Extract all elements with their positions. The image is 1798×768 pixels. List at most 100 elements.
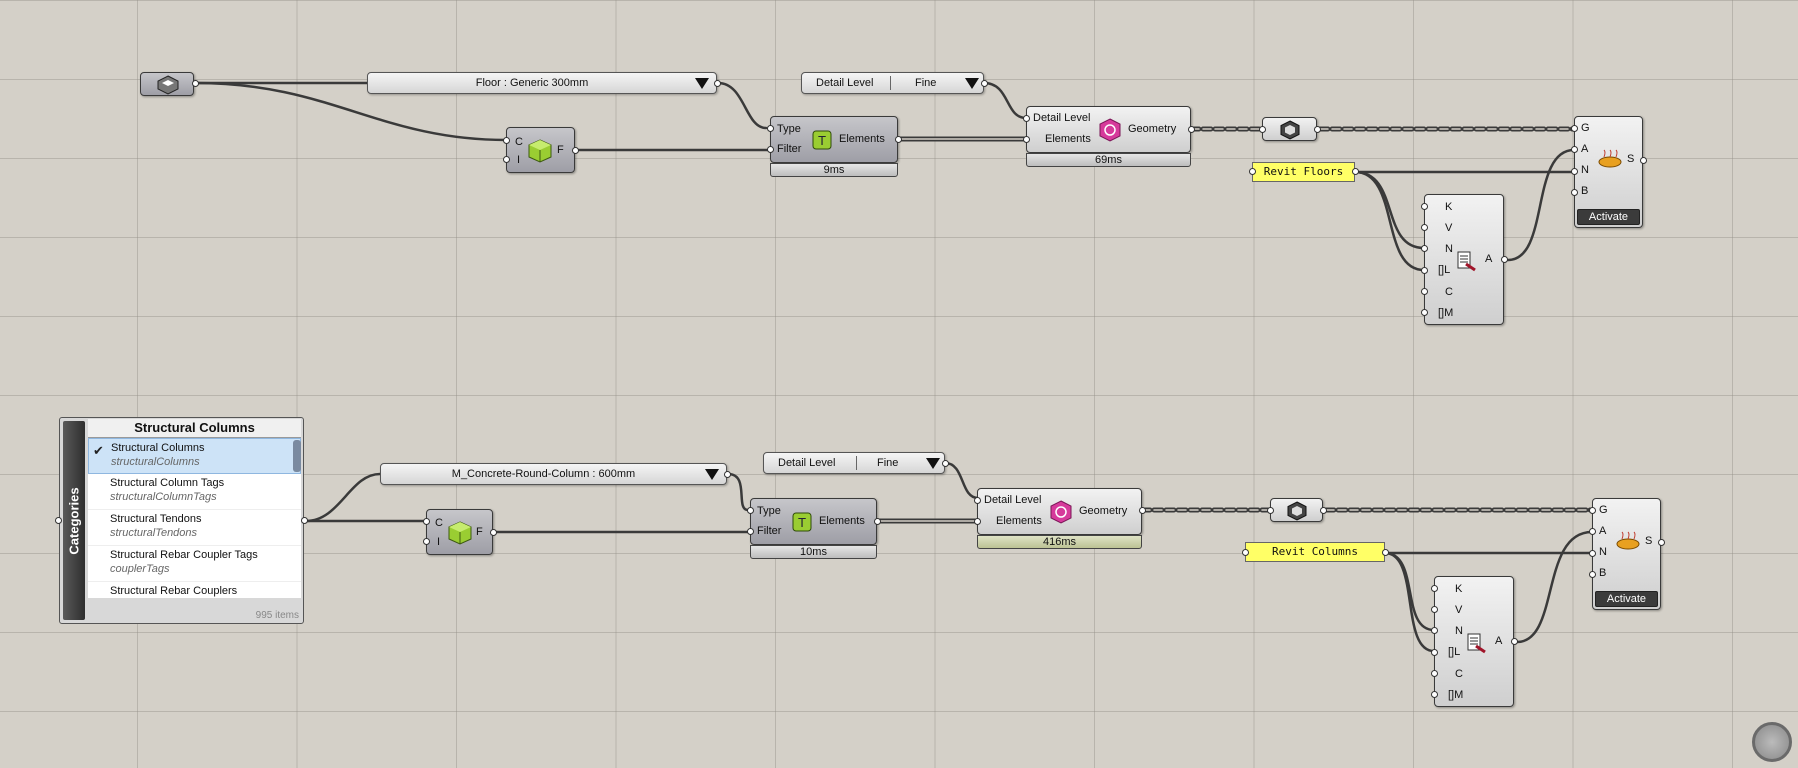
filter-top-input-i[interactable]: [503, 156, 510, 163]
geometry-top-input-elements[interactable]: [1023, 136, 1030, 143]
attributes-top[interactable]: K V N []L C []M A: [1424, 194, 1504, 325]
category-item-structural-columns[interactable]: ✔ Structural Columns structuralColumns: [88, 438, 301, 474]
attr-top-in-l[interactable]: [1421, 267, 1428, 274]
bake-top[interactable]: G A N B S Activate: [1574, 116, 1643, 228]
query-bottom-input-filter[interactable]: [747, 528, 754, 535]
bake-top-in-b[interactable]: [1571, 189, 1578, 196]
data-param-top-output[interactable]: [1314, 126, 1321, 133]
category-param-top[interactable]: [140, 72, 194, 96]
categories-picker[interactable]: Categories Structural Columns ✔ Structur…: [59, 417, 304, 624]
detail-level-selector-top[interactable]: Detail Level Fine: [801, 72, 984, 94]
columns-panel-input[interactable]: [1242, 549, 1249, 556]
bake-bottom[interactable]: G A N B S Activate: [1592, 498, 1661, 610]
attr-output-a: A: [1495, 635, 1503, 647]
category-list-scrollbar[interactable]: [293, 440, 301, 472]
bake-icon: [1598, 149, 1622, 168]
bake-bottom-in-b[interactable]: [1589, 571, 1596, 578]
detail-level-bottom-output[interactable]: [942, 460, 949, 467]
bake-top-in-g[interactable]: [1571, 125, 1578, 132]
attr-bottom-in-l[interactable]: [1431, 649, 1438, 656]
floors-panel-input[interactable]: [1249, 168, 1256, 175]
column-type-output[interactable]: [724, 471, 731, 478]
bake-bottom-out-s[interactable]: [1658, 539, 1665, 546]
columns-panel-output[interactable]: [1382, 549, 1389, 556]
attributes-icon: [1467, 633, 1486, 654]
query-elements-top[interactable]: Type Filter T Elements: [770, 116, 898, 163]
attr-top-in-m[interactable]: [1421, 309, 1428, 316]
geometry-bottom-input-elements[interactable]: [974, 518, 981, 525]
attr-input-k: K: [1445, 201, 1453, 213]
floor-type-selector[interactable]: Floor : Generic 300mm: [367, 72, 717, 94]
geometry-bottom-input-detail[interactable]: [974, 497, 981, 504]
data-param-top[interactable]: [1262, 117, 1317, 141]
data-param-bottom[interactable]: [1270, 498, 1323, 522]
category-item-rebar-coupler-tags[interactable]: Structural Rebar Coupler Tags couplerTag…: [88, 546, 301, 582]
picker-input[interactable]: [55, 517, 62, 524]
category-item-structural-column-tags[interactable]: Structural Column Tags structuralColumnT…: [88, 474, 301, 510]
chevron-down-icon[interactable]: [705, 469, 719, 480]
geometry-top-output[interactable]: [1188, 126, 1195, 133]
attributes-bottom[interactable]: K V N []L C []M A: [1434, 576, 1514, 707]
query-top-output[interactable]: [895, 136, 902, 143]
bake-icon: [1616, 531, 1640, 550]
query-bottom-output[interactable]: [874, 518, 881, 525]
bake-bottom-in-a[interactable]: [1589, 528, 1596, 535]
filter-top-output-f[interactable]: [572, 147, 579, 154]
bake-bottom-in-n[interactable]: [1589, 550, 1596, 557]
revit-floors-panel[interactable]: Revit Floors: [1252, 162, 1355, 182]
query-bottom-input-type[interactable]: [747, 507, 754, 514]
filter-top-input-c[interactable]: [503, 137, 510, 144]
picker-output[interactable]: [301, 517, 308, 524]
chevron-down-icon[interactable]: [926, 458, 940, 469]
category-list[interactable]: ✔ Structural Columns structuralColumns S…: [88, 438, 301, 598]
attr-bottom-in-n[interactable]: [1431, 627, 1438, 634]
filter-bottom-input-i[interactable]: [423, 538, 430, 545]
attr-bottom-in-v[interactable]: [1431, 606, 1438, 613]
category-filter-bottom[interactable]: C I F: [426, 509, 493, 555]
query-top-input-filter[interactable]: [767, 146, 774, 153]
geometry-bottom-output[interactable]: [1139, 507, 1146, 514]
element-geometry-bottom[interactable]: Detail Level Elements Geometry: [977, 488, 1142, 535]
attr-top-in-v[interactable]: [1421, 224, 1428, 231]
data-param-top-input[interactable]: [1259, 126, 1266, 133]
element-geometry-top[interactable]: Detail Level Elements Geometry: [1026, 106, 1191, 153]
data-param-bottom-output[interactable]: [1320, 507, 1327, 514]
bake-top-in-n[interactable]: [1571, 168, 1578, 175]
navigation-widget-icon[interactable]: [1752, 722, 1792, 762]
attr-top-in-n[interactable]: [1421, 245, 1428, 252]
floor-type-output[interactable]: [714, 80, 721, 87]
activate-button-top[interactable]: Activate: [1577, 209, 1640, 225]
detail-level-top-output[interactable]: [981, 80, 988, 87]
attr-input-c: C: [1455, 668, 1463, 680]
activate-button-bottom[interactable]: Activate: [1595, 591, 1658, 607]
detail-level-selector-bottom[interactable]: Detail Level Fine: [763, 452, 945, 474]
bake-top-in-a[interactable]: [1571, 146, 1578, 153]
category-param-top-output[interactable]: [192, 80, 199, 87]
query-top-input-type[interactable]: [767, 125, 774, 132]
attr-top-in-c[interactable]: [1421, 288, 1428, 295]
data-param-bottom-input[interactable]: [1267, 507, 1274, 514]
filter-bottom-input-c[interactable]: [423, 518, 430, 525]
bake-bottom-in-g[interactable]: [1589, 507, 1596, 514]
attr-top-in-k[interactable]: [1421, 203, 1428, 210]
geometry-top-input-detail[interactable]: [1023, 115, 1030, 122]
attr-bottom-in-m[interactable]: [1431, 691, 1438, 698]
bake-top-out-s[interactable]: [1640, 157, 1647, 164]
column-type-selector[interactable]: M_Concrete-Round-Column : 600mm: [380, 463, 727, 485]
revit-columns-panel[interactable]: Revit Columns: [1245, 542, 1385, 562]
chevron-down-icon[interactable]: [965, 78, 979, 89]
attr-bottom-in-k[interactable]: [1431, 585, 1438, 592]
category-item-structural-tendons[interactable]: Structural Tendons structuralTendons: [88, 510, 301, 546]
category-item-rebar-couplers[interactable]: Structural Rebar Couplers: [88, 582, 301, 598]
floors-panel-output[interactable]: [1352, 168, 1359, 175]
category-filter-top[interactable]: C I F: [506, 127, 575, 173]
query-elements-bottom[interactable]: Type Filter T Elements: [750, 498, 877, 545]
bake-input-n: N: [1599, 546, 1607, 558]
attr-bottom-in-c[interactable]: [1431, 670, 1438, 677]
filter-bottom-output-f[interactable]: [490, 529, 497, 536]
floor-type-value: Floor : Generic 300mm: [475, 77, 589, 89]
attr-bottom-out-a[interactable]: [1511, 638, 1518, 645]
picker-title: Structural Columns: [88, 419, 301, 438]
attr-top-out-a[interactable]: [1501, 256, 1508, 263]
chevron-down-icon[interactable]: [695, 78, 709, 89]
